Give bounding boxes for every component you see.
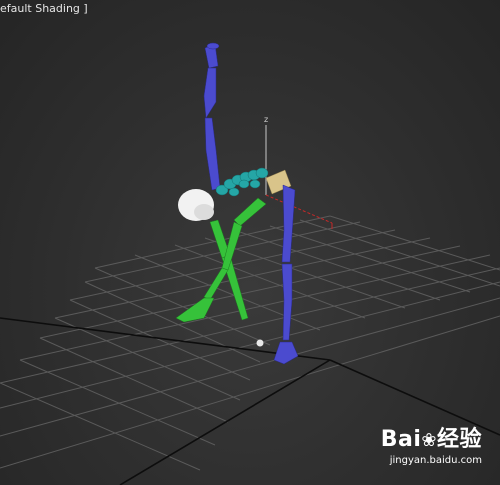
paw-icon: ❀ — [421, 430, 437, 451]
watermark-logo-cn: 经验 — [436, 427, 482, 452]
biped-leg-raised[interactable] — [203, 42, 221, 191]
gizmo-axis-label: z — [264, 115, 268, 124]
transform-gizmo[interactable]: z — [264, 115, 333, 229]
watermark-site: jingyan.baidu.com — [389, 455, 482, 466]
baidu-watermark: Bai❀经验 jingyan.baidu.com — [354, 421, 482, 473]
ground-marker[interactable] — [256, 339, 264, 347]
viewport-scene[interactable]: z — [0, 0, 500, 485]
biped-head[interactable] — [178, 189, 214, 221]
biped-leg-standing[interactable] — [273, 184, 299, 365]
3d-viewport[interactable]: efault Shading ] z Bai❀经验 jingyan.baidu.… — [0, 0, 500, 485]
biped-spine[interactable] — [215, 167, 269, 197]
watermark-logo-text: Bai — [380, 427, 422, 452]
